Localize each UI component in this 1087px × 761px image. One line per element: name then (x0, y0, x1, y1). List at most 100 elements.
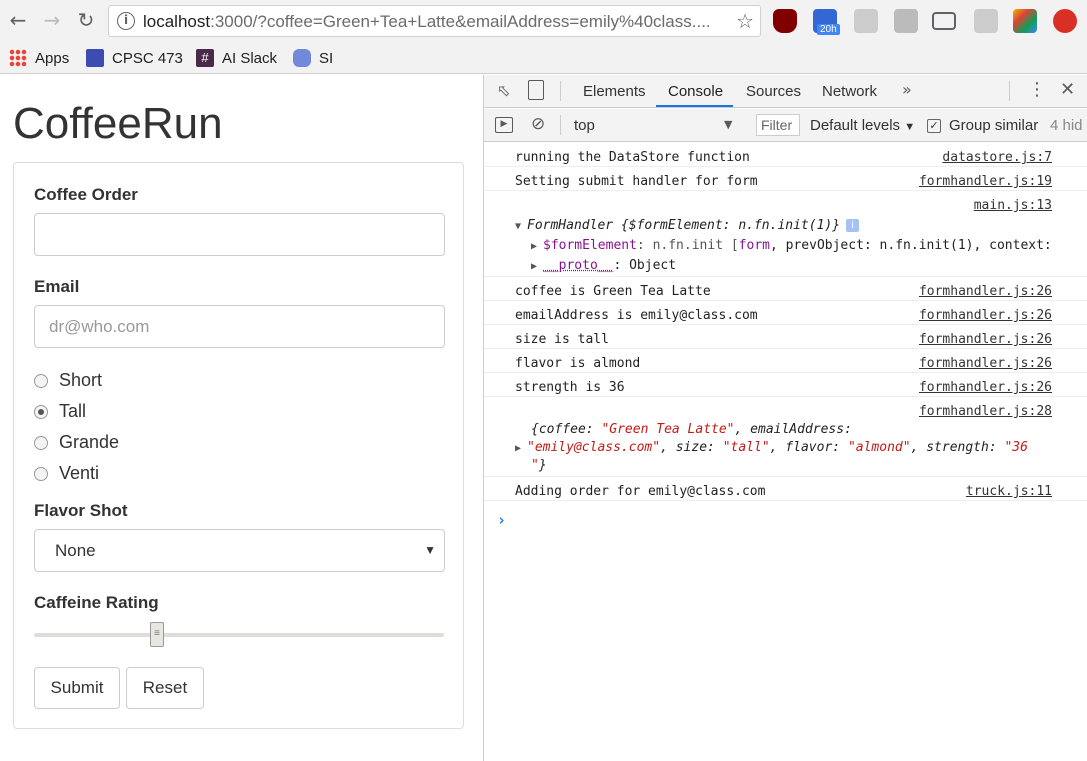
console-message: size is tall formhandler.js:26 (484, 325, 1087, 349)
console-output: running the DataStore function datastore… (484, 143, 1087, 761)
bookmarks-bar: Apps CPSC 473 # AI Slack SI (0, 42, 1087, 74)
submit-button[interactable]: Submit (34, 667, 120, 709)
tab-sources[interactable]: Sources (746, 83, 801, 100)
object-expander[interactable]: ▼ FormHandler {$formElement: n.fn.init(1)… (515, 218, 860, 233)
email-input[interactable]: dr@who.com (34, 305, 445, 348)
source-link[interactable]: formhandler.js:26 (919, 356, 1052, 371)
source-link[interactable]: formhandler.js:26 (919, 380, 1052, 395)
clear-console-icon[interactable]: ⊘ (531, 114, 545, 134)
console-message: emailAddress is emily@class.com formhand… (484, 301, 1087, 325)
caffeine-rating-label: Caffeine Rating (34, 593, 159, 612)
console-message: strength is 36 formhandler.js:26 (484, 373, 1087, 397)
kebab-menu-icon[interactable]: ⋮ (1028, 79, 1046, 100)
extension-badge: 20h (817, 24, 840, 35)
size-option-tall[interactable]: Tall (34, 401, 86, 422)
source-link[interactable]: datastore.js:7 (942, 150, 1052, 165)
radio-short[interactable] (34, 373, 48, 388)
k-extension-icon[interactable] (894, 9, 918, 33)
source-link[interactable]: truck.js:11 (966, 484, 1052, 499)
forward-icon[interactable]: → (40, 8, 64, 32)
object-preview-line: {coffee: "Green Tea Latte", emailAddress… (531, 422, 852, 437)
address-bar[interactable]: i localhost:3000/?coffee=Green+Tea+Latte… (108, 5, 761, 37)
object-expander[interactable]: ▶ "emily@class.com", size: "tall", flavor… (515, 440, 1028, 455)
more-tabs-icon[interactable]: » (902, 80, 912, 99)
info-icon[interactable]: i (117, 12, 135, 30)
console-message: flavor is almond formhandler.js:26 (484, 349, 1087, 373)
log-levels-dropdown[interactable]: Default levels ▼ (810, 117, 915, 134)
css-extension-icon[interactable] (854, 9, 878, 33)
object-property[interactable]: ▶ __proto__: Object (531, 258, 676, 273)
collapsed-triangle-icon: ▶ (515, 443, 522, 454)
bookmark-apps[interactable]: Apps (9, 46, 69, 70)
toolbar-divider (560, 115, 561, 135)
bookmark-cpsc[interactable]: CPSC 473 (86, 46, 183, 70)
size-option-grande[interactable]: Grande (34, 432, 119, 453)
bookmark-star-icon[interactable]: ☆ (736, 9, 754, 33)
flavor-shot-label: Flavor Shot (34, 501, 128, 520)
devtools-panel: ⬁ Elements Console Sources Network » ⋮ ✕… (483, 75, 1087, 761)
console-toolbar: ▶ ⊘ top ▼ Filter Default levels ▼ ✓ Grou… (484, 109, 1087, 142)
reload-icon[interactable]: ↻ (74, 8, 98, 32)
console-message: running the DataStore function datastore… (484, 143, 1087, 167)
coffee-order-label: Coffee Order (34, 185, 138, 204)
tab-elements[interactable]: Elements (583, 83, 646, 100)
cast-icon[interactable] (932, 12, 956, 30)
color-extension-icon[interactable] (1013, 9, 1037, 33)
show-sidebar-icon[interactable]: ▶ (495, 117, 513, 133)
caffeine-slider-thumb[interactable]: ≡ (150, 622, 164, 647)
radio-venti[interactable] (34, 466, 48, 481)
levels-arrow-icon: ▼ (904, 121, 916, 133)
ublock-icon[interactable] (773, 9, 797, 33)
radio-tall[interactable] (34, 404, 48, 419)
source-link[interactable]: formhandler.js:26 (919, 308, 1052, 323)
toolbar-divider (1009, 81, 1010, 101)
tab-console[interactable]: Console (668, 83, 723, 100)
console-message-object: main.js:13 ▼ FormHandler {$formElement: n… (484, 191, 1087, 277)
source-link[interactable]: formhandler.js:26 (919, 284, 1052, 299)
close-devtools-icon[interactable]: ✕ (1060, 79, 1075, 100)
device-toolbar-icon[interactable] (528, 80, 544, 100)
console-message: Adding order for emily@class.com truck.j… (484, 477, 1087, 501)
email-label: Email (34, 277, 80, 296)
object-preview-line: "} (531, 458, 547, 473)
group-similar-checkbox[interactable]: ✓ (927, 119, 941, 133)
back-icon[interactable]: ← (6, 8, 30, 32)
bookmark-ai-slack[interactable]: # AI Slack (196, 46, 277, 70)
console-filter-input[interactable]: Filter (756, 114, 800, 136)
context-select[interactable]: top (574, 117, 595, 134)
source-link[interactable]: formhandler.js:26 (919, 332, 1052, 347)
browser-toolbar: ← → ↻ i localhost:3000/?coffee=Green+Tea… (0, 0, 1087, 42)
expanded-triangle-icon: ▼ (515, 221, 522, 232)
coffee-order-input[interactable] (34, 213, 445, 256)
size-option-venti[interactable]: Venti (34, 463, 99, 484)
size-option-short[interactable]: Short (34, 370, 102, 391)
reset-button[interactable]: Reset (126, 667, 204, 709)
devtools-tabbar: ⬁ Elements Console Sources Network » ⋮ ✕ (484, 75, 1087, 108)
bookmark-si[interactable]: SI (293, 46, 333, 70)
inspect-element-icon[interactable]: ⬁ (497, 81, 510, 100)
caffeine-slider-track[interactable] (34, 633, 444, 637)
source-link[interactable]: formhandler.js:19 (919, 174, 1052, 189)
context-dropdown-icon[interactable]: ▼ (724, 118, 732, 131)
upload-extension-icon[interactable] (1053, 9, 1077, 33)
hidden-count: 4 hid (1050, 117, 1083, 134)
radio-grande[interactable] (34, 435, 48, 450)
apps-grid-icon (9, 49, 27, 67)
console-message-object: formhandler.js:28 {coffee: "Green Tea La… (484, 397, 1087, 477)
pdf-extension-icon[interactable] (974, 9, 998, 33)
tab-network[interactable]: Network (822, 83, 877, 100)
object-property[interactable]: ▶ $formElement: n.fn.init [form, prevObje… (531, 238, 1052, 253)
source-link[interactable]: main.js:13 (974, 198, 1052, 213)
group-similar-label: Group similar (949, 117, 1039, 134)
cpsc-icon (86, 49, 104, 67)
chat-extension-icon[interactable]: 20h (813, 9, 840, 35)
source-link[interactable]: formhandler.js:28 (919, 404, 1052, 419)
order-form-card: Coffee Order Email dr@who.com Short Tall… (13, 162, 464, 729)
url-text[interactable]: localhost:3000/?coffee=Green+Tea+Latte&e… (143, 12, 723, 32)
flavor-shot-select[interactable]: None ▼ (34, 529, 445, 572)
console-prompt-icon[interactable]: › (497, 511, 506, 529)
dropdown-arrow-icon: ▼ (424, 543, 436, 557)
info-badge-icon: i (846, 219, 860, 232)
collapsed-triangle-icon: ▶ (531, 261, 538, 272)
page-title: CoffeeRun (13, 99, 223, 148)
